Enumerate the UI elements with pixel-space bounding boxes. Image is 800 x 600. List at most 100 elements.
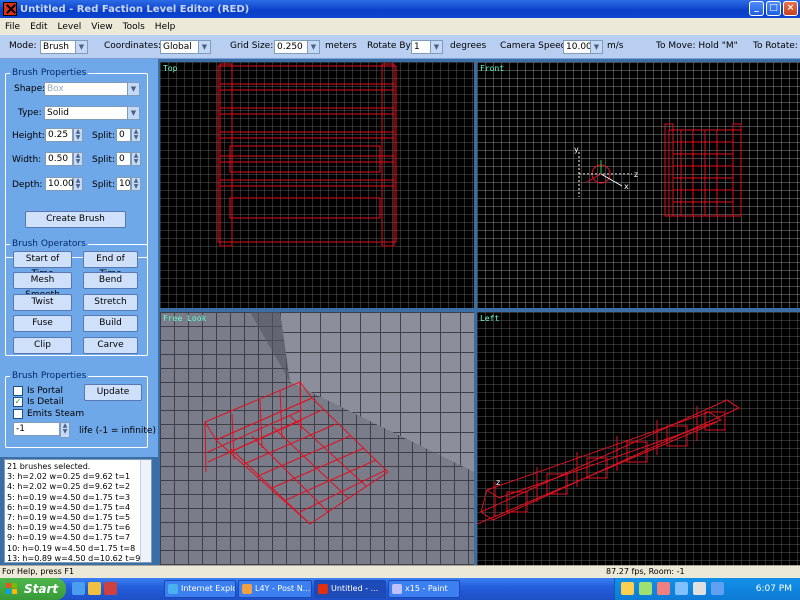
split-width-input[interactable]: 0 — [116, 152, 131, 166]
maximize-button[interactable]: □ — [766, 1, 781, 16]
mode-label: Mode: — [9, 41, 37, 51]
rotate-by-select[interactable]: 1 ▼ — [411, 40, 443, 54]
split-depth-input[interactable]: 10 — [116, 177, 131, 191]
menu-file[interactable]: File — [0, 22, 25, 32]
menu-view[interactable]: View — [86, 22, 117, 32]
chevron-down-icon: ▼ — [307, 41, 319, 53]
coordinates-value: Global — [163, 42, 192, 52]
window-title: Untitled - Red Faction Level Editor (RED… — [20, 3, 250, 15]
width-spinner[interactable]: ▲ ▼ — [73, 152, 83, 166]
split-depth-spinner[interactable]: ▲ ▼ — [131, 177, 141, 191]
speaker-icon[interactable] — [693, 582, 706, 595]
width-input[interactable]: 0.50 — [45, 152, 73, 166]
tray-icon[interactable] — [657, 582, 670, 595]
mesh-smooth-button[interactable]: Mesh Smooth — [13, 272, 72, 300]
depth-input[interactable]: 10.00 — [45, 177, 74, 191]
left-panel: Brush Properties Shape: Box ▼ Type: Solid… — [0, 59, 158, 457]
life-label: life (-1 = infinite) — [79, 426, 156, 436]
viewport-top-title: Top — [163, 64, 178, 73]
viewport-front-title: Front — [480, 64, 505, 73]
stretch-button[interactable]: Stretch — [83, 294, 138, 311]
tray-icon[interactable] — [675, 582, 688, 595]
start-of-time-button[interactable]: Start of Time — [13, 251, 72, 279]
clock[interactable]: 6:07 PM — [756, 578, 792, 600]
split-width-spinner[interactable]: ▲ ▼ — [131, 152, 141, 166]
editor-icon — [318, 584, 328, 594]
console-log[interactable]: 21 brushes selected. 3: h=2.02 w=0.25 d=… — [4, 459, 152, 563]
grid-size-select[interactable]: 0.250 ▼ — [274, 40, 320, 54]
create-brush-button[interactable]: Create Brush — [25, 211, 126, 228]
camera-speed-value: 10.00 — [566, 42, 592, 52]
emits-steam-checkbox[interactable] — [13, 409, 23, 419]
task-untitled-editor[interactable]: Untitled - ... — [314, 580, 386, 598]
menu-help[interactable]: Help — [150, 22, 181, 32]
console-scrollbar[interactable] — [140, 460, 151, 562]
split-height-label: Split: — [92, 131, 115, 141]
split-depth-label: Split: — [92, 180, 115, 190]
viewport-top[interactable]: Top — [160, 62, 474, 308]
rotate-by-value: 1 — [414, 42, 420, 52]
type-select[interactable]: Solid ▼ — [44, 106, 140, 120]
rotate-hint: To Rotate: — [753, 41, 798, 51]
shape-select[interactable]: Box ▼ — [44, 82, 140, 96]
chevron-down-icon: ▼ — [430, 41, 442, 53]
height-input[interactable]: 0.25 — [45, 128, 73, 142]
task-post-new[interactable]: L4Y - Post N... — [238, 580, 312, 598]
depth-spinner[interactable]: ▲ ▼ — [73, 177, 83, 191]
minimize-button[interactable]: _ — [749, 1, 764, 16]
close-button[interactable]: × — [783, 1, 798, 16]
app-icon[interactable] — [3, 2, 17, 16]
menu-edit[interactable]: Edit — [25, 22, 52, 32]
free-look-render — [160, 312, 474, 565]
split-height-spinner[interactable]: ▲ ▼ — [131, 128, 141, 142]
task-label: Internet Explorer — [181, 584, 235, 593]
system-tray: 6:07 PM — [614, 578, 800, 600]
is-portal-checkbox[interactable] — [13, 386, 23, 396]
build-button[interactable]: Build — [83, 315, 138, 332]
viewport-free-look[interactable]: Free Look — [160, 312, 474, 565]
quick-launch-ie-icon[interactable] — [72, 582, 85, 595]
quick-launch-folder-icon[interactable] — [88, 582, 101, 595]
carve-button[interactable]: Carve — [83, 337, 138, 354]
quick-launch-app-icon[interactable] — [104, 582, 117, 595]
console-line: 4: h=2.02 w=0.25 d=9.62 t=2 — [7, 482, 131, 492]
task-paint[interactable]: x15 - Paint — [388, 580, 460, 598]
axis-x-label: x — [624, 182, 629, 191]
task-internet-explorer[interactable]: Internet Explorer — [164, 580, 236, 598]
brush-flags-title: Brush Properties — [10, 371, 89, 381]
camera-speed-label: Camera Speed: — [500, 41, 570, 51]
life-input[interactable]: -1 — [13, 422, 60, 436]
shape-label: Shape: — [14, 84, 46, 94]
width-label: Width: — [12, 155, 42, 165]
start-button[interactable]: Start — [0, 578, 66, 600]
axis-z-label-left: z — [496, 478, 501, 487]
console-line: 10: h=0.19 w=4.50 d=1.75 t=8 — [7, 543, 136, 553]
mode-select[interactable]: Brush ▼ — [40, 40, 88, 54]
life-spinner[interactable]: ▲ ▼ — [60, 422, 70, 438]
console-line: 7: h=0.19 w=4.50 d=1.75 t=5 — [7, 513, 131, 523]
fuse-button[interactable]: Fuse — [13, 315, 72, 332]
ie-icon — [168, 584, 178, 594]
split-height-input[interactable]: 0 — [116, 128, 131, 142]
twist-button[interactable]: Twist — [13, 294, 72, 311]
height-spinner[interactable]: ▲ ▼ — [73, 128, 83, 142]
tray-icon[interactable] — [639, 582, 652, 595]
console-line: 5: h=0.19 w=4.50 d=1.75 t=3 — [7, 492, 131, 502]
task-label: x15 - Paint — [405, 584, 448, 593]
menu-level[interactable]: Level — [53, 22, 87, 32]
bend-button[interactable]: Bend — [83, 272, 138, 289]
menu-tools[interactable]: Tools — [118, 22, 150, 32]
camera-speed-select[interactable]: 10.00 ▼ — [563, 40, 603, 54]
chevron-down-icon: ▼ — [127, 107, 139, 119]
tray-icon[interactable] — [621, 582, 634, 595]
is-detail-checkbox[interactable]: ✓ — [13, 397, 23, 407]
viewport-front[interactable]: Front y z x — [477, 62, 800, 308]
viewport-left[interactable]: Left z — [477, 312, 800, 565]
clip-button[interactable]: Clip — [13, 337, 72, 354]
coordinates-select[interactable]: Global ▼ — [160, 40, 211, 54]
network-icon[interactable] — [711, 582, 724, 595]
brush-operators-title: Brush Operators — [10, 239, 88, 249]
type-label: Type: — [18, 108, 42, 118]
update-button[interactable]: Update — [84, 384, 142, 401]
end-of-time-button[interactable]: End of Time — [83, 251, 138, 279]
